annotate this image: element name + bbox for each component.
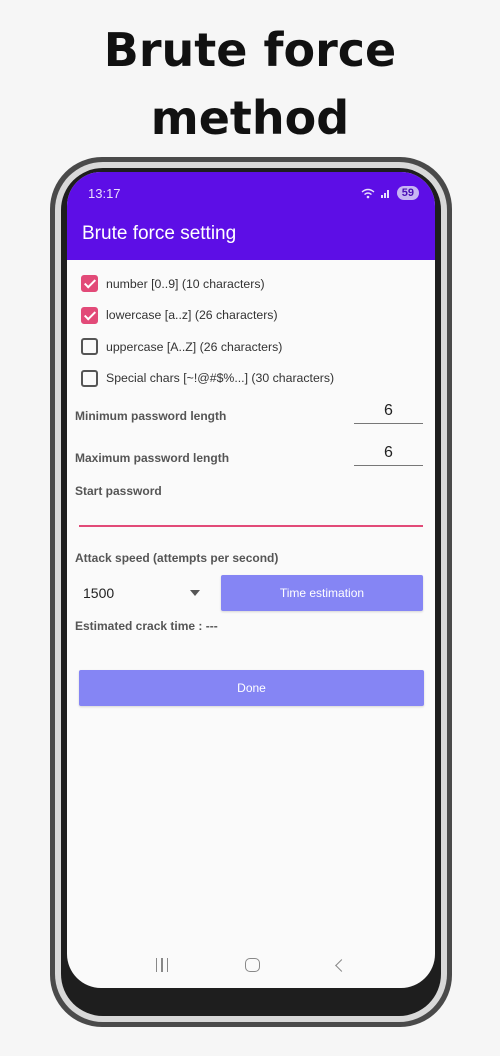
checkbox-uppercase[interactable]: uppercase [A..Z] (26 characters)	[75, 331, 423, 363]
attack-speed-row: 1500 Time estimation	[75, 575, 423, 611]
attack-speed-dropdown[interactable]: 1500	[75, 585, 210, 601]
min-length-input[interactable]: 6	[354, 402, 423, 424]
checkbox-special[interactable]: Special chars [~!@#$%...] (30 characters…	[75, 363, 423, 395]
checkbox-uppercase-box[interactable]	[81, 338, 98, 356]
min-length-row: Minimum password length 6	[75, 400, 423, 442]
nav-bar	[67, 942, 435, 988]
wifi-icon	[361, 188, 375, 198]
status-time: 13:17	[88, 185, 121, 201]
estimated-crack-time: Estimated crack time : ---	[75, 619, 218, 633]
checkbox-lowercase-box[interactable]	[81, 306, 98, 324]
settings-form: number [0..9] (10 characters) lowercase …	[67, 268, 435, 706]
home-icon[interactable]	[245, 958, 261, 972]
start-password-input[interactable]	[79, 525, 423, 527]
max-length-label: Maximum password length	[75, 451, 230, 465]
headline-line-2: method	[150, 91, 350, 145]
checkbox-number[interactable]: number [0..9] (10 characters)	[75, 268, 423, 300]
app-bar-title: Brute force setting	[67, 214, 435, 260]
back-icon[interactable]	[335, 958, 349, 972]
attack-speed-label: Attack speed (attempts per second)	[75, 551, 279, 565]
checkbox-lowercase[interactable]: lowercase [a..z] (26 characters)	[75, 300, 423, 332]
headline-line-1: Brute force	[103, 23, 397, 77]
app-screen: 13:17 59 Brute force setting number [0..…	[67, 172, 435, 988]
chevron-down-icon	[189, 590, 200, 596]
start-password-label: Start password	[75, 484, 162, 498]
max-length-row: Maximum password length 6	[75, 442, 423, 482]
done-button[interactable]: Done	[79, 670, 424, 706]
checkbox-number-label: number [0..9] (10 characters)	[106, 276, 265, 291]
attack-speed-value: 1500	[83, 585, 115, 601]
signal-icon	[380, 190, 389, 198]
min-length-label: Minimum password length	[75, 409, 227, 423]
checkbox-special-label: Special chars [~!@#$%...] (30 characters…	[106, 371, 335, 386]
max-length-input[interactable]: 6	[354, 444, 423, 466]
recents-icon[interactable]	[155, 958, 169, 972]
time-estimation-button[interactable]: Time estimation	[220, 575, 423, 611]
checkbox-special-box[interactable]	[81, 369, 98, 387]
battery-badge: 59	[396, 186, 419, 200]
checkbox-number-box[interactable]	[81, 275, 98, 293]
status-bar: 13:17 59	[67, 172, 435, 214]
checkbox-lowercase-label: lowercase [a..z] (26 characters)	[106, 308, 278, 323]
checkbox-uppercase-label: uppercase [A..Z] (26 characters)	[106, 339, 283, 354]
